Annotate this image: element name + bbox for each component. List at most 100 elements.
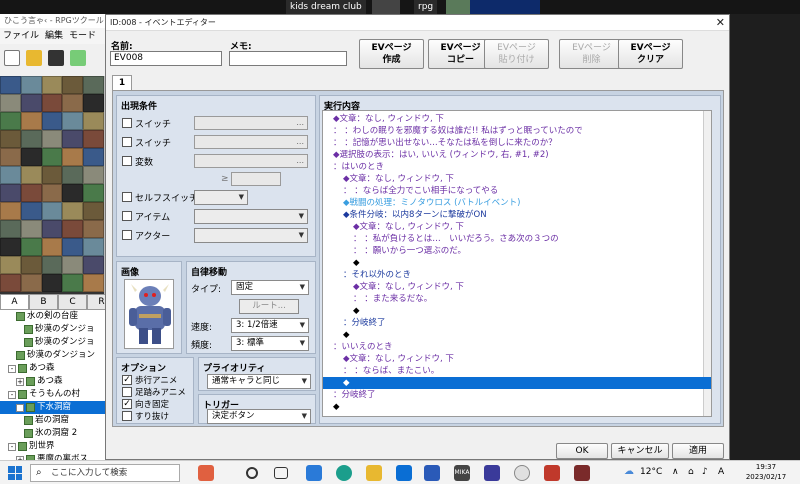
ok-button[interactable]: OK — [556, 443, 608, 459]
start-windows-icon[interactable] — [8, 466, 22, 480]
ev-page-button-1[interactable]: EVページ 作成 — [359, 39, 424, 69]
map-tree-item[interactable]: + 悪魔の裏ボス — [0, 453, 116, 460]
command-line[interactable]: ：はいのとき — [323, 161, 711, 173]
tile[interactable] — [83, 76, 104, 94]
map-tree-item[interactable]: - あつ森 — [0, 362, 116, 375]
new-project-icon[interactable] — [4, 50, 20, 66]
menu-item[interactable]: モード — [69, 28, 96, 44]
tile[interactable] — [0, 166, 21, 184]
expand-icon[interactable]: + — [16, 377, 24, 386]
tile[interactable] — [0, 94, 21, 112]
tile[interactable] — [62, 238, 84, 256]
app-icon[interactable] — [544, 465, 560, 481]
tile[interactable] — [0, 112, 21, 130]
command-line[interactable]: ◆ — [323, 305, 711, 317]
tile[interactable] — [41, 76, 63, 94]
command-line[interactable]: ◆ — [323, 329, 711, 341]
tile[interactable] — [0, 76, 21, 94]
collapse-icon[interactable]: - — [8, 442, 16, 451]
command-line[interactable]: ： ：また来るだな。 — [323, 293, 711, 305]
ev-page-button-5[interactable]: EVページ クリア — [618, 39, 683, 69]
checkbox[interactable] — [122, 211, 132, 221]
tile[interactable] — [41, 148, 63, 166]
movement-type-select[interactable]: 固定 ▼ — [231, 280, 309, 295]
kids-dream-club-window-tab[interactable]: kids dream club — [286, 0, 366, 14]
tile[interactable] — [83, 148, 104, 166]
open-folder-icon[interactable] — [26, 50, 42, 66]
map-tree-item[interactable]: 砂漠のダンジョン — [0, 349, 116, 362]
tile[interactable] — [62, 274, 84, 292]
tileset-tab[interactable]: C — [58, 294, 87, 310]
tile[interactable] — [0, 202, 21, 220]
tile[interactable] — [41, 220, 63, 238]
command-line[interactable]: ◆文章：なし, ウィンドウ, 下 — [323, 281, 711, 293]
widget-icon[interactable] — [198, 465, 214, 481]
checkbox[interactable] — [122, 411, 132, 421]
tile[interactable] — [62, 220, 84, 238]
menu-item[interactable]: ファイル — [3, 28, 39, 44]
menu-item[interactable]: 編集 — [45, 28, 63, 44]
ev-page-button-3[interactable]: EVページ 貼り付け — [484, 39, 549, 69]
actor-checkbox-row[interactable]: アクター — [122, 228, 170, 242]
checkbox[interactable] — [122, 156, 132, 166]
speed-select[interactable]: 3: 1/2倍速 ▼ — [231, 318, 309, 333]
apply-button[interactable]: 適用 — [672, 443, 724, 459]
tile[interactable] — [0, 220, 21, 238]
command-line[interactable]: ◆文章：なし, ウィンドウ, 下 — [323, 173, 711, 185]
tile[interactable] — [0, 130, 21, 148]
tile[interactable] — [41, 166, 63, 184]
cortana-icon[interactable] — [246, 467, 258, 479]
route-button[interactable]: ルート... — [239, 299, 299, 314]
command-line[interactable]: ◆文章：なし, ウィンドウ, 下 — [323, 221, 711, 233]
map-tree-item[interactable]: - 別世界 — [0, 440, 116, 453]
event-command-list[interactable]: ◆文章：なし, ウィンドウ, 下： ：わしの眠りを邪魔する奴は誰だ!! 私はずっ… — [322, 110, 712, 417]
app-icon[interactable] — [574, 465, 590, 481]
map-tree-item[interactable]: 砂漠のダンジョ — [0, 336, 116, 349]
tile[interactable] — [83, 130, 104, 148]
tile[interactable] — [20, 94, 42, 112]
checkbox-checked[interactable]: ✓ — [122, 375, 132, 385]
tile[interactable] — [62, 130, 84, 148]
actor-select[interactable]: ▼ — [194, 228, 308, 243]
command-line[interactable]: ： ：願いから一つ選ぶのだ。 — [323, 245, 711, 257]
temperature-label[interactable]: 12°C — [640, 467, 662, 477]
map-tree-item[interactable]: - そうもんの村 — [0, 388, 116, 401]
network-icon[interactable]: ⌂ — [688, 467, 694, 477]
name-input[interactable]: EV008 — [110, 51, 222, 66]
tile[interactable] — [20, 130, 42, 148]
file-explorer-icon[interactable] — [366, 465, 382, 481]
tile[interactable] — [83, 94, 104, 112]
option-checkbox-row[interactable]: ✓ 歩行アニメ — [122, 374, 177, 386]
collapse-icon[interactable]: - — [8, 390, 16, 399]
checkbox[interactable] — [122, 387, 132, 397]
tile[interactable] — [83, 256, 104, 274]
tile[interactable] — [0, 256, 21, 274]
tile[interactable] — [62, 256, 84, 274]
tile[interactable] — [83, 238, 104, 256]
command-line[interactable]: ◆選択肢の表示：はい, いいえ (ウィンドウ, 右, #1, #2) — [323, 149, 711, 161]
switch2-checkbox-row[interactable]: スイッチ — [122, 135, 171, 149]
command-line[interactable]: ：それ以外のとき — [323, 269, 711, 281]
tile[interactable] — [20, 184, 42, 202]
volume-icon[interactable]: ♪ — [702, 467, 708, 477]
command-line[interactable]: ： ：ならば全力でこい相手になってやる — [323, 185, 711, 197]
chrome-icon[interactable] — [514, 465, 530, 481]
variable-field[interactable]: ... — [194, 154, 308, 168]
checkbox[interactable] — [122, 137, 132, 147]
tile[interactable] — [62, 76, 84, 94]
variable-checkbox-row[interactable]: 変数 — [122, 154, 153, 168]
tile[interactable] — [62, 184, 84, 202]
tile[interactable] — [0, 274, 21, 292]
tile[interactable] — [83, 166, 104, 184]
command-line[interactable]: ◆ — [323, 401, 711, 413]
widgets-icon[interactable] — [306, 465, 322, 481]
command-line[interactable]: ◆文章：なし, ウィンドウ, 下 — [323, 353, 711, 365]
tile[interactable] — [83, 202, 104, 220]
edge-icon[interactable] — [336, 465, 352, 481]
mika-app-icon[interactable]: MIKA — [454, 465, 470, 481]
priority-select[interactable]: 通常キャラと同じ ▼ — [207, 374, 311, 389]
command-line[interactable]: ： ：ならば、またこい。 — [323, 365, 711, 377]
tile[interactable] — [62, 94, 84, 112]
ev-page-button-4[interactable]: EVページ 削除 — [559, 39, 624, 69]
command-line[interactable]: ： ：記憶が思い出せない…そなたは私を倒しに来たのか？ — [323, 137, 711, 149]
